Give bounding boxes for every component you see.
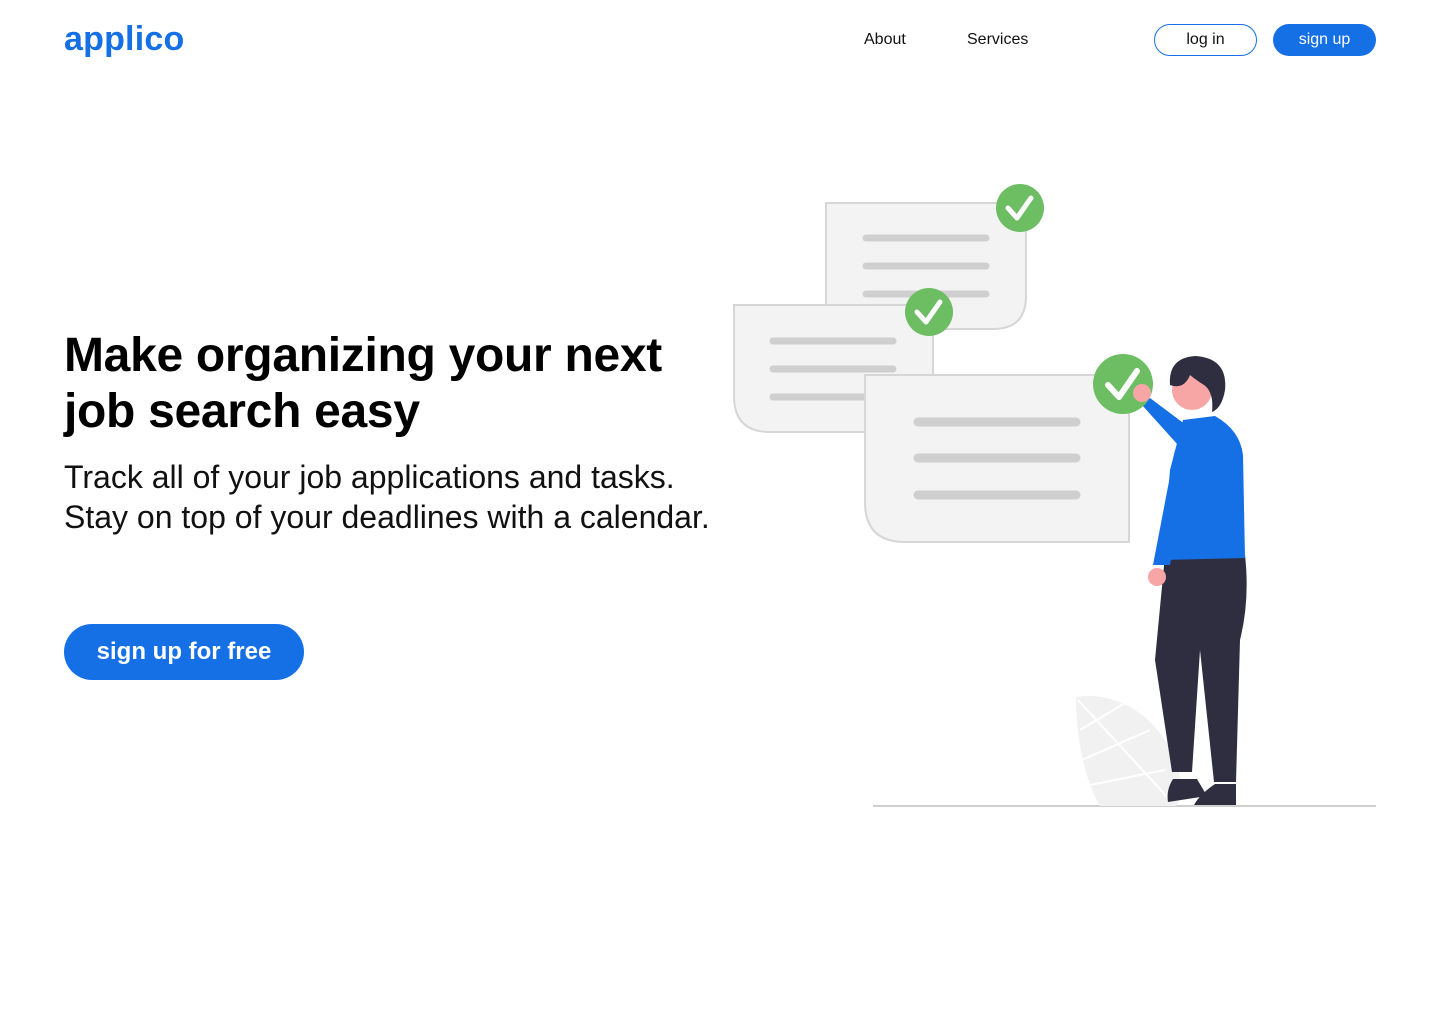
check-icon: [1093, 354, 1153, 414]
app-logo[interactable]: applico: [64, 20, 184, 59]
hero-illustration: [733, 184, 1376, 807]
document-card: [864, 374, 1130, 543]
hero-subtitle: Track all of your job applications and t…: [64, 459, 710, 535]
hero-title: Make organizing your next job search eas…: [64, 329, 662, 438]
signup-button[interactable]: sign up: [1273, 24, 1376, 56]
nav-about-link[interactable]: About: [864, 31, 906, 49]
check-icon: [996, 184, 1044, 232]
nav-services-link[interactable]: Services: [967, 31, 1028, 49]
check-icon: [905, 288, 953, 336]
login-button[interactable]: log in: [1154, 24, 1257, 56]
hand: [1133, 384, 1151, 402]
signup-free-button[interactable]: sign up for free: [64, 624, 304, 680]
